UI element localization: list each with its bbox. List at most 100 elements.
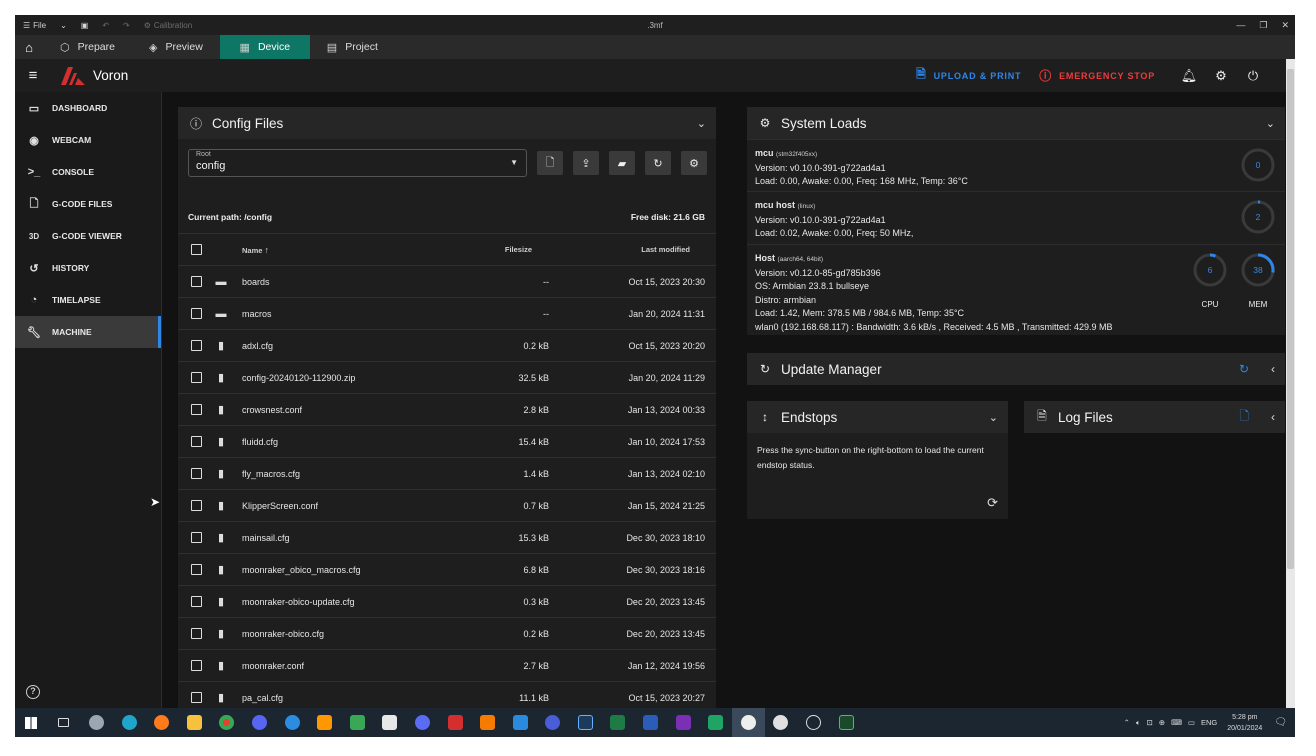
table-row[interactable]: ▮ moonraker.conf 2.7 kB Jan 12, 2024 19:56 (178, 649, 716, 681)
sidebar-item-machine[interactable]: 🔧︎ MACHINE (15, 316, 161, 348)
redo-icon[interactable]: ↷ (123, 21, 130, 30)
fusion-icon[interactable] (471, 708, 504, 737)
root-select[interactable]: Root config ▼ (188, 149, 527, 177)
new-file-button[interactable]: 🗋 (537, 151, 563, 175)
volume-icon[interactable]: 🔈︎ (1136, 718, 1141, 728)
calibration-menu[interactable]: ⚙ Calibration (144, 21, 192, 30)
file-explorer-icon[interactable] (178, 708, 211, 737)
system-loads-header[interactable]: ⚙ System Loads ⌄ (747, 107, 1285, 139)
table-row[interactable]: ▮ mainsail.cfg 15.3 kB Dec 30, 2023 18:10 (178, 521, 716, 553)
v-app-icon[interactable] (537, 708, 570, 737)
media-icon[interactable] (374, 708, 407, 737)
table-row[interactable]: ▮ KlipperScreen.conf 0.7 kB Jan 15, 2024 21… (178, 489, 716, 521)
row-checkbox[interactable] (191, 276, 202, 287)
row-checkbox[interactable] (191, 404, 202, 415)
table-row[interactable]: ▮ crowsnest.conf 2.8 kB Jan 13, 2024 00:33 (178, 393, 716, 425)
sidebar-item-gcode-viewer[interactable]: 3D G-CODE VIEWER (15, 220, 161, 252)
chevron-left-icon[interactable]: ‹ (1271, 362, 1275, 376)
file-search-icon[interactable]: 🗋 (1239, 407, 1249, 428)
upload-file-button[interactable]: ⇪ (573, 151, 599, 175)
keyboard-icon[interactable]: ⌨ (1171, 718, 1182, 727)
sublime-icon[interactable] (308, 708, 341, 737)
discord-icon[interactable] (243, 708, 276, 737)
weather-icon[interactable] (80, 708, 113, 737)
config-files-header[interactable]: ⓘ Config Files ⌄ (178, 107, 716, 139)
save-icon[interactable]: ▣ (81, 21, 89, 30)
chrome-icon[interactable] (211, 708, 244, 737)
filesize-column-header[interactable]: Filesize (505, 245, 532, 254)
table-row[interactable]: ▮ moonraker-obico.cfg 0.2 kB Dec 20, 2023 1… (178, 617, 716, 649)
lightroom-icon[interactable] (569, 708, 602, 737)
table-row[interactable]: ▮ fly_macros.cfg 1.4 kB Jan 13, 2024 02:10 (178, 457, 716, 489)
start-icon[interactable] (15, 708, 48, 737)
sync-icon[interactable]: ⟳ (987, 495, 998, 511)
table-row[interactable]: ▮ fluidd.cfg 15.4 kB Jan 10, 2024 17:53 (178, 425, 716, 457)
tab-project[interactable]: ▤ Project (310, 35, 395, 59)
row-checkbox[interactable] (191, 468, 202, 479)
sidebar-item-history[interactable]: ↺ HISTORY (15, 252, 161, 284)
sidebar-item-timelapse[interactable]: ◔ TIMELAPSE (15, 284, 161, 316)
network-icon[interactable]: ▭ (1188, 718, 1195, 727)
close-icon[interactable]: ✕ (1281, 20, 1289, 31)
refresh-button[interactable]: ↻ (645, 151, 671, 175)
tab-preview[interactable]: ◈ Preview (132, 35, 220, 59)
table-row[interactable]: ▮ moonraker-obico-update.cfg 0.3 kB Dec 20,… (178, 585, 716, 617)
table-row[interactable]: ▮ adxl.cfg 0.2 kB Oct 15, 2023 20:20 (178, 329, 716, 361)
upload-print-button[interactable]: 🗎 UPLOAD & PRINT (916, 65, 1021, 86)
maximize-icon[interactable]: ❐ (1259, 20, 1267, 31)
bambu-icon[interactable] (732, 708, 765, 737)
chevron-up-icon[interactable]: ⌃ (1124, 718, 1130, 727)
vscode-icon[interactable] (504, 708, 537, 737)
row-checkbox[interactable] (191, 308, 202, 319)
vertical-scrollbar[interactable] (1286, 59, 1295, 708)
vpn-icon[interactable]: ⊕ (1159, 718, 1165, 727)
sidebar-item-gcode-files[interactable]: 🗋 G-CODE FILES (15, 188, 161, 220)
log-files-header[interactable]: 🗎 Log Files 🗋 ‹ (1024, 401, 1285, 433)
table-row[interactable]: ▮ moonraker_obico_macros.cfg 6.8 kB Dec 30,… (178, 553, 716, 585)
firefox-icon[interactable] (145, 708, 178, 737)
scrollbar-thumb[interactable] (1287, 69, 1294, 569)
power-icon[interactable]: ⏻ (1237, 68, 1269, 84)
clock[interactable]: 5:28 pm 20/01/2024 (1227, 712, 1262, 734)
refresh-icon[interactable]: ↻ (1239, 362, 1249, 376)
tab-device[interactable]: ▦ Device (219, 35, 310, 59)
terminal-icon[interactable] (830, 708, 863, 737)
select-all-checkbox[interactable] (191, 244, 202, 255)
bell-icon[interactable]: 🔔︎ (1173, 68, 1205, 84)
file-menu[interactable]: ☰ File (23, 21, 46, 30)
row-checkbox[interactable] (191, 436, 202, 447)
sidebar-item-dashboard[interactable]: ▭ DASHBOARD (15, 92, 161, 124)
word-icon[interactable] (634, 708, 667, 737)
row-checkbox[interactable] (191, 372, 202, 383)
video-editor-icon[interactable] (406, 708, 439, 737)
row-checkbox[interactable] (191, 660, 202, 671)
row-checkbox[interactable] (191, 564, 202, 575)
settings-button[interactable]: ⚙ (681, 151, 707, 175)
notifications-icon[interactable]: 🗨︎ (1274, 717, 1287, 728)
minimize-icon[interactable]: — (1236, 20, 1245, 30)
chevron-down-icon[interactable]: ⌄ (1266, 117, 1275, 130)
settings-icon[interactable]: ⚙ (1205, 68, 1237, 84)
language-indicator[interactable]: ENG (1201, 718, 1217, 727)
modified-column-header[interactable]: Last modified (641, 245, 690, 254)
usb-icon[interactable]: ⊡ (1146, 718, 1152, 727)
tab-prepare[interactable]: ⬡ Prepare (43, 35, 132, 59)
app-icon[interactable] (765, 708, 798, 737)
row-checkbox[interactable] (191, 596, 202, 607)
row-checkbox[interactable] (191, 628, 202, 639)
help-icon[interactable]: ? (26, 685, 40, 699)
excel-icon[interactable] (602, 708, 635, 737)
row-checkbox[interactable] (191, 500, 202, 511)
sidebar-item-console[interactable]: >_ CONSOLE (15, 156, 161, 188)
name-column-header[interactable]: Name ↑ (242, 245, 269, 255)
row-checkbox[interactable] (191, 692, 202, 703)
new-folder-button[interactable]: ▰ (609, 151, 635, 175)
chevron-down-icon[interactable]: ⌄ (60, 21, 67, 30)
row-checkbox[interactable] (191, 340, 202, 351)
endstops-header[interactable]: ↕ Endstops ⌄ (747, 401, 1008, 433)
photos-icon[interactable] (341, 708, 374, 737)
chevron-down-icon[interactable]: ⌄ (697, 117, 706, 130)
edge-icon[interactable] (113, 708, 146, 737)
undo-icon[interactable]: ↶ (102, 21, 109, 30)
spreadsheet-icon[interactable] (699, 708, 732, 737)
